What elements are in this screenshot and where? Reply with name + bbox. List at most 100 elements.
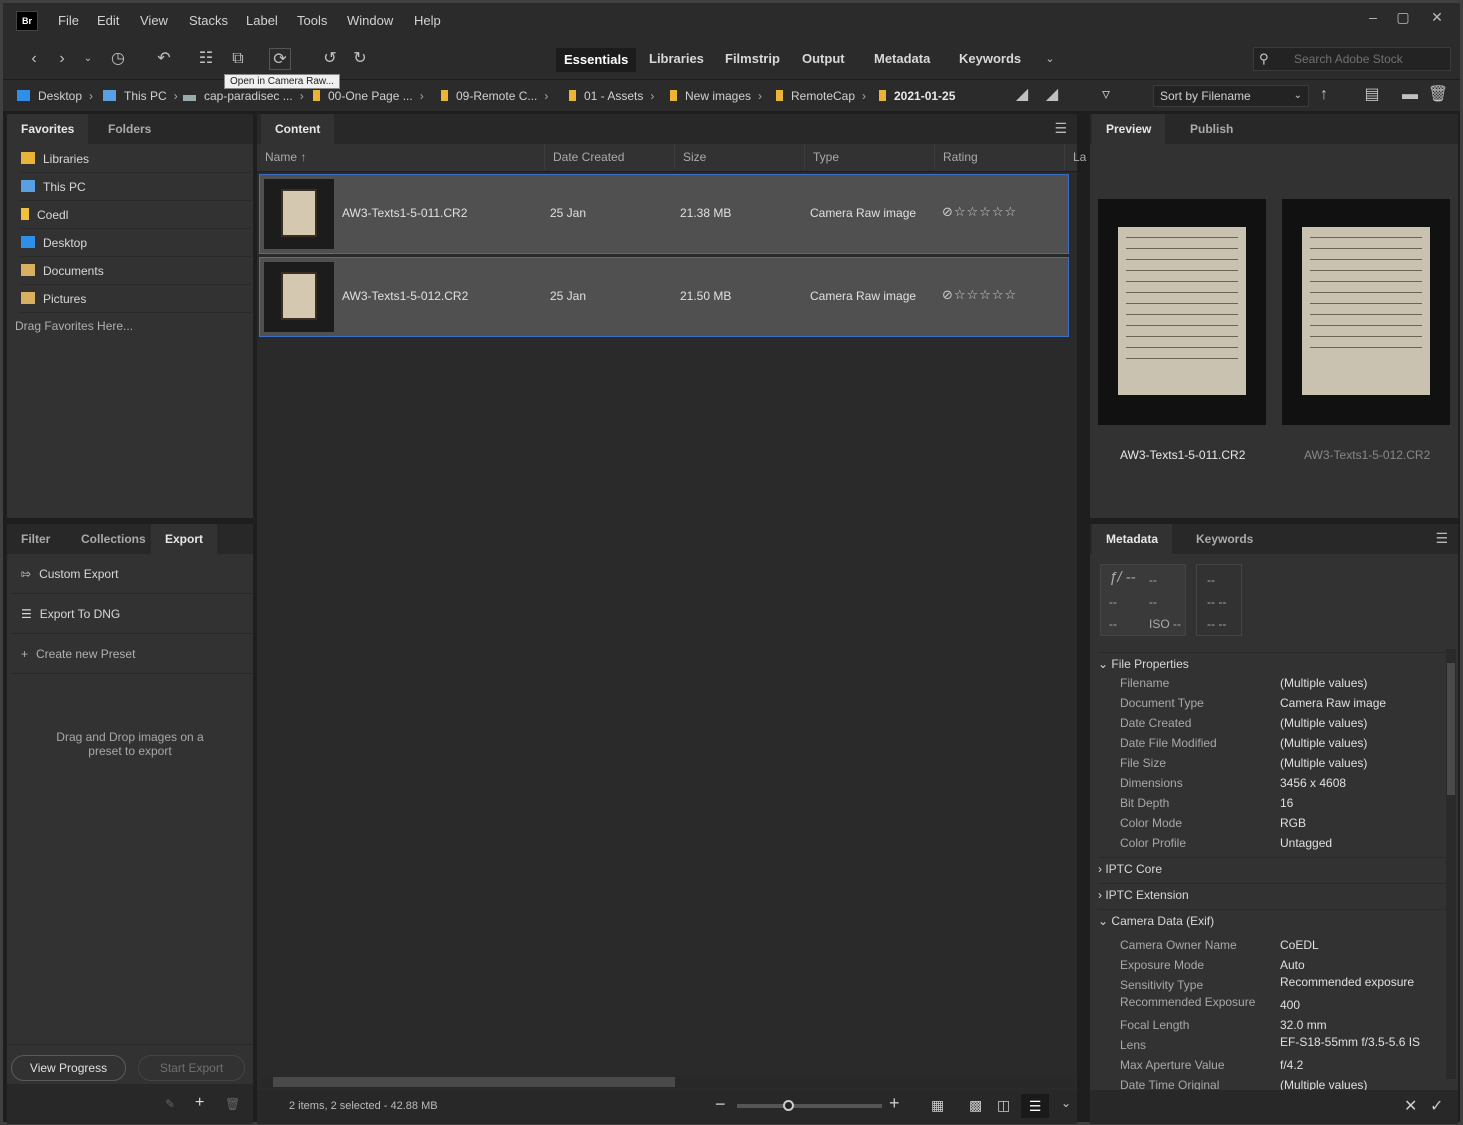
menu-window[interactable]: Window	[347, 13, 393, 28]
column-name[interactable]: Name ↑	[257, 144, 545, 170]
quality-icon[interactable]: ◢	[1011, 84, 1033, 106]
favorite-this-pc[interactable]: This PC	[21, 173, 251, 201]
search-icon[interactable]: ⚲	[1259, 51, 1269, 67]
menu-view[interactable]: View	[140, 13, 168, 28]
minimize-icon[interactable]: –	[1361, 9, 1385, 29]
close-window-icon[interactable]: ✕	[1425, 9, 1449, 29]
view-options-chevron-icon[interactable]: ⌄	[1061, 1096, 1071, 1110]
workspace-metadata[interactable]: Metadata	[874, 51, 930, 66]
scrollbar-thumb[interactable]	[273, 1077, 675, 1087]
trash-icon[interactable]: 🗑	[225, 1097, 240, 1111]
forward-icon[interactable]: ›	[51, 48, 73, 70]
tab-metadata[interactable]: Metadata	[1092, 524, 1173, 554]
camera-icon[interactable]: ☷	[195, 48, 217, 70]
recent-history-icon[interactable]: ◷	[107, 48, 129, 70]
horizontal-scrollbar[interactable]	[261, 1076, 1073, 1088]
edit-icon[interactable]: ✎	[165, 1097, 175, 1111]
menu-tools[interactable]: Tools	[297, 13, 327, 28]
table-row[interactable]: AW3-Texts1-5-012.CR2 25 Jan 21.50 MB Cam…	[259, 257, 1069, 337]
workspace-filmstrip[interactable]: Filmstrip	[725, 51, 780, 66]
breadcrumb-folder[interactable]: 01 - Assets ›	[569, 89, 654, 103]
breadcrumb-folder[interactable]: New images ›	[670, 89, 762, 103]
reject-icon[interactable]: ⊘	[942, 287, 954, 302]
favorite-documents[interactable]: Documents	[21, 257, 251, 285]
tab-folders[interactable]: Folders	[94, 114, 165, 144]
start-export-button[interactable]: Start Export	[138, 1055, 245, 1081]
breadcrumb-this-pc[interactable]: This PC ›	[103, 89, 178, 103]
menu-help[interactable]: Help	[414, 13, 441, 28]
table-row[interactable]: AW3-Texts1-5-011.CR2 25 Jan 21.38 MB Cam…	[259, 174, 1069, 254]
menu-label[interactable]: Label	[246, 13, 278, 28]
column-label[interactable]: La	[1065, 144, 1086, 170]
folder-icon[interactable]: ▬	[1399, 84, 1421, 106]
iptc-core-section[interactable]: › IPTC Core	[1098, 857, 1446, 876]
workspace-essentials[interactable]: Essentials	[556, 48, 637, 72]
vertical-scrollbar[interactable]	[1446, 649, 1456, 1079]
file-properties-section[interactable]: ⌄ File Properties	[1098, 652, 1446, 671]
breadcrumb-folder[interactable]: RemoteCap ›	[776, 89, 866, 103]
breadcrumb-folder[interactable]: 00-One Page ... ›	[313, 89, 424, 103]
tab-preview[interactable]: Preview	[1092, 114, 1166, 144]
preview-image[interactable]	[1098, 199, 1266, 425]
workspace-output[interactable]: Output	[802, 51, 845, 66]
rating-stars[interactable]: ⊘☆☆☆☆☆	[942, 287, 1017, 303]
trash-icon[interactable]: 🗑	[1427, 84, 1449, 106]
custom-export-item[interactable]: ⇰ Custom Export	[11, 554, 253, 594]
sort-dropdown[interactable]: Sort by Filename ⌄	[1153, 85, 1309, 107]
tab-content[interactable]: Content	[261, 114, 335, 144]
rating-stars[interactable]: ⊘☆☆☆☆☆	[942, 204, 1017, 220]
tab-publish[interactable]: Publish	[1176, 114, 1247, 144]
thumbnail-view-icon[interactable]: ▩	[969, 1097, 982, 1114]
zoom-in-icon[interactable]: +	[889, 1093, 900, 1114]
search-stock-input[interactable]: Search Adobe Stock	[1253, 47, 1451, 71]
column-rating[interactable]: Rating	[935, 144, 1065, 170]
sort-ascending-icon[interactable]: ↑	[1313, 84, 1335, 106]
new-folder-icon[interactable]: ▤	[1361, 84, 1383, 106]
list-view-icon[interactable]: ☰	[1021, 1094, 1049, 1118]
thumbnail-quality-icon[interactable]: ◢	[1041, 84, 1063, 106]
column-size[interactable]: Size	[675, 144, 805, 170]
reject-icon[interactable]: ⊘	[942, 204, 954, 219]
workspace-keywords[interactable]: Keywords	[959, 51, 1021, 66]
preview-image[interactable]	[1282, 199, 1450, 425]
add-icon[interactable]: +	[195, 1094, 204, 1112]
tab-keywords[interactable]: Keywords	[1182, 524, 1267, 554]
menu-file[interactable]: File	[58, 13, 79, 28]
workspace-more-icon[interactable]: ⌄	[1039, 48, 1061, 70]
apply-icon[interactable]: ✓	[1430, 1096, 1443, 1116]
open-in-camera-raw-icon[interactable]: ⟳	[269, 48, 291, 70]
zoom-slider-handle[interactable]	[783, 1100, 794, 1111]
filter-icon[interactable]: ▿	[1095, 84, 1117, 106]
cancel-icon[interactable]: ✕	[1404, 1096, 1417, 1116]
thumbnail[interactable]	[264, 262, 334, 332]
tab-export[interactable]: Export	[151, 524, 218, 554]
tab-favorites[interactable]: Favorites	[7, 114, 89, 144]
chevron-down-icon[interactable]: ⌄	[77, 48, 99, 70]
rotate-left-icon[interactable]: ↺	[319, 48, 341, 70]
favorite-coedl[interactable]: Coedl	[21, 201, 251, 229]
rotate-right-icon[interactable]: ↻	[349, 48, 371, 70]
tab-filter[interactable]: Filter	[7, 524, 64, 554]
iptc-extension-section[interactable]: › IPTC Extension	[1098, 883, 1446, 902]
workspace-libraries[interactable]: Libraries	[649, 51, 704, 66]
menu-stacks[interactable]: Stacks	[189, 13, 228, 28]
boomerang-icon[interactable]: ↶	[153, 48, 175, 70]
details-view-icon[interactable]: ◫	[997, 1097, 1010, 1114]
favorite-pictures[interactable]: Pictures	[21, 285, 251, 313]
breadcrumb-current[interactable]: 2021-01-25	[879, 89, 955, 103]
favorite-desktop[interactable]: Desktop	[21, 229, 251, 257]
panel-menu-icon[interactable]: ☰	[1435, 530, 1448, 547]
copy-icon[interactable]: ⧉	[227, 48, 249, 70]
thumbnail[interactable]	[264, 179, 334, 249]
zoom-slider[interactable]	[737, 1100, 882, 1111]
breadcrumb-drive[interactable]: cap-paradisec ... ›	[183, 89, 304, 103]
camera-data-section[interactable]: ⌄ Camera Data (Exif)	[1098, 909, 1446, 928]
column-type[interactable]: Type	[805, 144, 935, 170]
breadcrumb-folder[interactable]: 09-Remote C... ›	[441, 89, 548, 103]
view-progress-button[interactable]: View Progress	[11, 1055, 126, 1081]
menu-edit[interactable]: Edit	[97, 13, 119, 28]
grid-view-icon[interactable]: ▦	[931, 1097, 944, 1114]
panel-menu-icon[interactable]: ☰	[1054, 120, 1067, 137]
create-preset-item[interactable]: + Create new Preset	[11, 634, 253, 674]
breadcrumb-desktop[interactable]: Desktop ›	[17, 89, 93, 103]
